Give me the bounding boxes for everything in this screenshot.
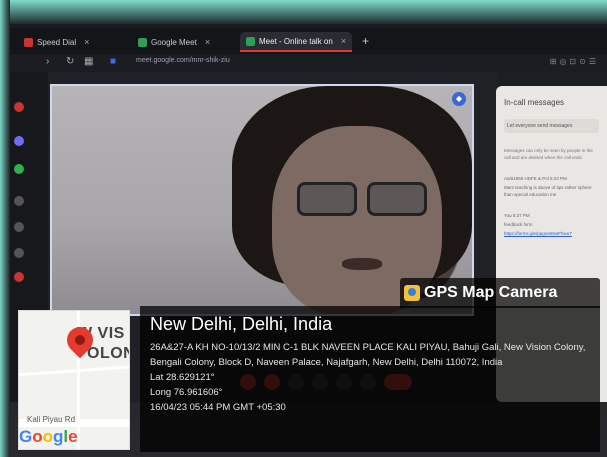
new-tab-icon[interactable]: + (362, 34, 369, 48)
whatsapp-icon[interactable] (14, 164, 24, 174)
camera-icon: ■ (110, 56, 117, 67)
close-icon[interactable]: × (84, 37, 89, 47)
map-thumbnail: W VIS OLON Kali Piyau Rd Google (18, 310, 130, 450)
chat-message-sender: Aarti1965 HDFE & Pol 5:23 PM (504, 176, 567, 181)
map-area-label: OLON (87, 345, 129, 362)
glasses-right (367, 182, 427, 216)
sidebar-icon[interactable] (14, 196, 24, 206)
tab-label: Meet - Online talk on (259, 36, 333, 46)
map-road (19, 363, 129, 378)
timestamp: 16/04/23 05:44 PM GMT +05:30 (150, 402, 286, 413)
chat-info: Messages can only be seen by people in t… (504, 148, 593, 160)
tab-google-meet[interactable]: Google Meet × (132, 32, 216, 52)
toolbar-icons[interactable]: ⊞◎⊡⊙☰ (550, 57, 599, 66)
tab-bar: Speed Dial × Google Meet × Meet - Online… (10, 28, 607, 54)
meet-icon (138, 37, 147, 47)
chat-title: In-call messages (504, 98, 565, 107)
close-icon[interactable]: × (341, 36, 346, 46)
sidebar-app-icon[interactable] (14, 272, 24, 282)
meet-icon (246, 36, 255, 46)
tab-meet-online-talk[interactable]: Meet - Online talk on × (240, 32, 353, 52)
messenger-icon[interactable] (14, 136, 24, 146)
chat-link[interactable]: https://forms.gle/ppgvo9SwFhwu7 (504, 230, 599, 237)
latitude: Lat 28.629121° (150, 372, 215, 383)
history-icon[interactable] (14, 248, 24, 258)
gps-app-name: GPS Map Camera (424, 284, 558, 301)
screen-bezel-left (0, 0, 10, 457)
participant-mouth (342, 258, 382, 270)
grid-icon[interactable]: ▦ (84, 56, 93, 67)
tab-label: Speed Dial (37, 37, 77, 47)
tab-speed-dial[interactable]: Speed Dial × (18, 32, 95, 52)
map-road-label: Kali Piyau Rd (27, 415, 76, 424)
gps-camera-tag: GPS Map Camera (400, 278, 600, 308)
pin-icon[interactable]: ◆ (452, 92, 466, 106)
gps-camera-logo-icon (404, 285, 420, 301)
tab-label: Google Meet (151, 37, 197, 47)
sidebar-app-icon[interactable] (14, 102, 24, 112)
url-field[interactable]: meet.google.com/mnr-shik-ziu (136, 57, 230, 64)
speed-dial-icon (24, 37, 33, 47)
chat-message: Mam teaching is above of tips rather sph… (504, 185, 592, 197)
google-logo: Google (19, 427, 78, 446)
chat-permission-toggle[interactable]: Let everyone send messages (504, 119, 599, 133)
screen-bezel-top (0, 0, 607, 24)
send-icon[interactable] (14, 222, 24, 232)
reload-icon[interactable]: ↻ (66, 56, 74, 67)
glasses-left (297, 182, 357, 216)
chat-message: feedback form (504, 222, 533, 227)
place-name: New Delhi, Delhi, India (150, 314, 333, 334)
forward-icon[interactable]: › (46, 56, 49, 67)
location-info-panel: New Delhi, Delhi, India 26A&27-A KH NO-1… (140, 306, 600, 452)
close-icon[interactable]: × (205, 37, 210, 47)
full-address: 26A&27-A KH NO-10/13/2 MIN C-1 BLK NAVEE… (150, 342, 586, 368)
chat-message-sender: You 5:37 PM (504, 213, 530, 218)
address-bar: › ↻ ▦ ■ meet.google.com/mnr-shik-ziu ⊞◎⊡… (10, 54, 607, 72)
longitude: Long 76.961606° (150, 387, 223, 398)
